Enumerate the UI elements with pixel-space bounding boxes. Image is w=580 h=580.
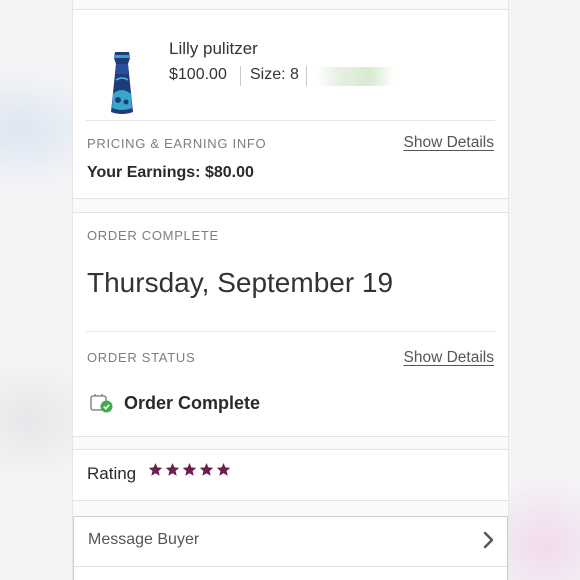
order-complete-icon (90, 394, 113, 413)
status-show-details-link[interactable]: Show Details (404, 349, 494, 367)
rating-label: Rating (87, 464, 137, 483)
order-status-header: ORDER STATUS (87, 350, 196, 365)
divider (240, 66, 241, 86)
product-price: $100.00 (169, 66, 227, 83)
star-icon (148, 462, 163, 476)
divider (86, 120, 495, 121)
order-status-text: Order Complete (124, 393, 261, 413)
message-buyer-label: Message Buyer (88, 531, 200, 548)
order-card: ORDER COMPLETE Thursday, September 19 OR… (73, 212, 508, 437)
star-icon (182, 462, 197, 476)
order-date: Thursday, September 19 (87, 267, 394, 298)
product-title[interactable]: Lilly pulitzer (169, 39, 258, 59)
your-earnings: Your Earnings: $80.00 (87, 164, 254, 181)
product-size: Size: 8 (250, 66, 299, 83)
pricing-section-header: PRICING & EARNING INFO (87, 136, 267, 151)
star-icon (165, 462, 180, 476)
divider (74, 566, 507, 567)
divider (86, 331, 495, 332)
chevron-right-icon (483, 531, 494, 549)
star-icon (216, 462, 231, 476)
order-details-panel: Lilly pulitzer $100.00 Size: 8 PRICING &… (72, 0, 509, 580)
redacted-info (316, 67, 394, 86)
order-complete-header: ORDER COMPLETE (87, 228, 219, 243)
message-buyer-button[interactable]: Message Buyer (73, 516, 508, 580)
product-card: Lilly pulitzer $100.00 Size: 8 PRICING &… (73, 9, 508, 199)
star-icon (199, 462, 214, 476)
product-image[interactable] (106, 50, 138, 116)
pricing-show-details-link[interactable]: Show Details (404, 134, 494, 152)
divider (306, 66, 307, 86)
rating-card: Rating (73, 449, 508, 501)
